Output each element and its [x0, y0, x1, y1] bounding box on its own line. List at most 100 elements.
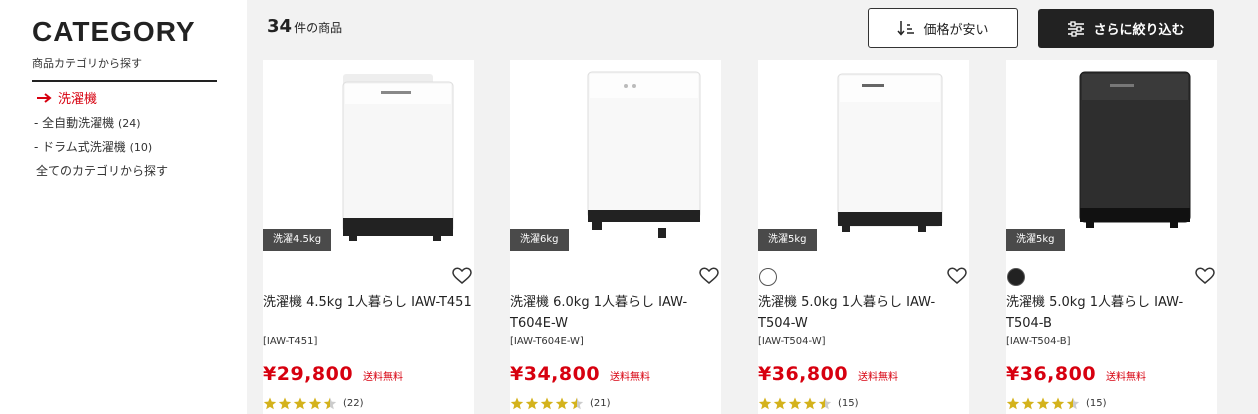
- rating-star: [1066, 397, 1080, 410]
- product-name[interactable]: 洗濯機 5.0kg 1人暮らし IAW-T504-B: [1006, 292, 1217, 334]
- product-info: 洗濯機 5.0kg 1人暮らし IAW-T504-B [IAW-T504-B] …: [1006, 257, 1217, 414]
- favorite-heart-icon[interactable]: [452, 267, 472, 285]
- star-rating-icon: [1006, 397, 1080, 410]
- product-image[interactable]: 洗濯5kg: [758, 60, 969, 257]
- product-image[interactable]: 洗濯5kg: [1006, 60, 1217, 257]
- product-list-area: 34 件の商品 価格が安い さらに絞り込む 洗濯4.5kg 洗濯機 4.5kg …: [247, 0, 1258, 414]
- category-divider: [32, 80, 217, 82]
- product-model: [IAW-T504-W]: [758, 336, 826, 347]
- price-row: ¥36,800 送料無料: [1006, 363, 1146, 385]
- current-category-label: 洗濯機: [58, 92, 98, 107]
- subcategory-label: - 全自動洗濯機: [34, 116, 115, 130]
- subcategory-label: - ドラム式洗濯機: [34, 140, 126, 154]
- capacity-badge: 洗濯4.5kg: [263, 229, 332, 251]
- rating-star: [263, 397, 277, 410]
- subcategory-full-auto[interactable]: - 全自動洗濯機 (24): [34, 114, 141, 131]
- category-sidebar: CATEGORY 商品カテゴリから探す 洗濯機 - 全自動洗濯機 (24) - …: [0, 0, 247, 414]
- price-row: ¥34,800 送料無料: [510, 363, 650, 385]
- product-image[interactable]: 洗濯4.5kg: [263, 60, 474, 257]
- filter-sliders-icon: [1068, 20, 1085, 37]
- sort-button[interactable]: 価格が安い: [868, 8, 1018, 48]
- rating-row[interactable]: (22): [263, 397, 364, 410]
- arrow-right-icon: [37, 92, 52, 103]
- free-shipping-label: 送料無料: [858, 372, 899, 383]
- result-count: 34 件の商品: [267, 16, 342, 37]
- rating-row[interactable]: (21): [510, 397, 611, 410]
- rating-star: [308, 397, 322, 410]
- star-rating-icon: [263, 397, 337, 410]
- price-row: ¥29,800 送料無料: [263, 363, 403, 385]
- sort-label: 価格が安い: [923, 22, 989, 38]
- product-model: [IAW-T504-B]: [1006, 336, 1071, 347]
- free-shipping-label: 送料無料: [610, 372, 651, 383]
- color-swatch-black[interactable]: [1007, 268, 1025, 286]
- capacity-badge: 洗濯5kg: [1006, 229, 1065, 251]
- star-rating-icon: [510, 397, 584, 410]
- review-count: (22): [343, 398, 364, 409]
- rating-row[interactable]: (15): [1006, 397, 1107, 410]
- rating-star: [293, 397, 307, 410]
- rating-star: [540, 397, 554, 410]
- rating-star: [1021, 397, 1035, 410]
- product-name[interactable]: 洗濯機 6.0kg 1人暮らし IAW-T604E-W: [510, 292, 721, 334]
- all-categories-link[interactable]: 全てのカテゴリから探す: [36, 162, 168, 179]
- capacity-badge: 洗濯5kg: [758, 229, 817, 251]
- review-count: (15): [838, 398, 859, 409]
- product-price: ¥36,800: [1006, 363, 1097, 385]
- rating-star: [788, 397, 802, 410]
- rating-star: [525, 397, 539, 410]
- washing-machine-image: [1079, 71, 1191, 228]
- product-price: ¥34,800: [510, 363, 601, 385]
- favorite-heart-icon[interactable]: [1195, 267, 1215, 285]
- sort-ascending-icon: [897, 21, 915, 36]
- rating-star: [758, 397, 772, 410]
- rating-star: [773, 397, 787, 410]
- product-card[interactable]: 洗濯6kg 洗濯機 6.0kg 1人暮らし IAW-T604E-W [IAW-T…: [510, 60, 721, 414]
- rating-star: [323, 397, 337, 410]
- result-count-number: 34: [267, 16, 293, 37]
- color-swatch-white[interactable]: [759, 268, 777, 286]
- product-price: ¥29,800: [263, 363, 354, 385]
- category-title: CATEGORY: [32, 16, 196, 47]
- product-card[interactable]: 洗濯4.5kg 洗濯機 4.5kg 1人暮らし IAW-T451 [IAW-T4…: [263, 60, 474, 414]
- favorite-heart-icon[interactable]: [947, 267, 967, 285]
- product-info: 洗濯機 5.0kg 1人暮らし IAW-T504-W [IAW-T504-W] …: [758, 257, 969, 414]
- rating-star: [555, 397, 569, 410]
- rating-star: [1006, 397, 1020, 410]
- rating-star: [570, 397, 584, 410]
- free-shipping-label: 送料無料: [1106, 372, 1147, 383]
- rating-star: [803, 397, 817, 410]
- filter-label: さらに絞り込む: [1093, 23, 1185, 38]
- favorite-heart-icon[interactable]: [699, 267, 719, 285]
- review-count: (15): [1086, 398, 1107, 409]
- product-name[interactable]: 洗濯機 4.5kg 1人暮らし IAW-T451: [263, 292, 474, 313]
- washing-machine-image: [587, 71, 701, 238]
- filter-button[interactable]: さらに絞り込む: [1038, 9, 1214, 48]
- review-count: (21): [590, 398, 611, 409]
- free-shipping-label: 送料無料: [363, 372, 404, 383]
- rating-star: [510, 397, 524, 410]
- rating-row[interactable]: (15): [758, 397, 859, 410]
- rating-star: [278, 397, 292, 410]
- product-info: 洗濯機 6.0kg 1人暮らし IAW-T604E-W [IAW-T604E-W…: [510, 257, 721, 414]
- rating-star: [818, 397, 832, 410]
- price-row: ¥36,800 送料無料: [758, 363, 898, 385]
- product-image[interactable]: 洗濯6kg: [510, 60, 721, 257]
- product-info: 洗濯機 4.5kg 1人暮らし IAW-T451 [IAW-T451] ¥29,…: [263, 257, 474, 414]
- product-card[interactable]: 洗濯5kg 洗濯機 5.0kg 1人暮らし IAW-T504-B [IAW-T5…: [1006, 60, 1217, 414]
- subcategory-count: (24): [117, 117, 141, 130]
- washing-machine-image: [837, 73, 943, 232]
- product-card[interactable]: 洗濯5kg 洗濯機 5.0kg 1人暮らし IAW-T504-W [IAW-T5…: [758, 60, 969, 414]
- subcategory-drum[interactable]: - ドラム式洗濯機 (10): [34, 138, 152, 155]
- result-toolbar: 34 件の商品 価格が安い さらに絞り込む: [247, 0, 1258, 60]
- rating-star: [1051, 397, 1065, 410]
- result-count-unit: 件の商品: [294, 21, 343, 35]
- product-price: ¥36,800: [758, 363, 849, 385]
- capacity-badge: 洗濯6kg: [510, 229, 569, 251]
- current-category[interactable]: 洗濯機: [36, 88, 97, 107]
- washing-machine-image: [342, 74, 454, 241]
- product-model: [IAW-T451]: [263, 336, 318, 347]
- subcategory-count: (10): [129, 141, 153, 154]
- product-name[interactable]: 洗濯機 5.0kg 1人暮らし IAW-T504-W: [758, 292, 969, 334]
- rating-star: [1036, 397, 1050, 410]
